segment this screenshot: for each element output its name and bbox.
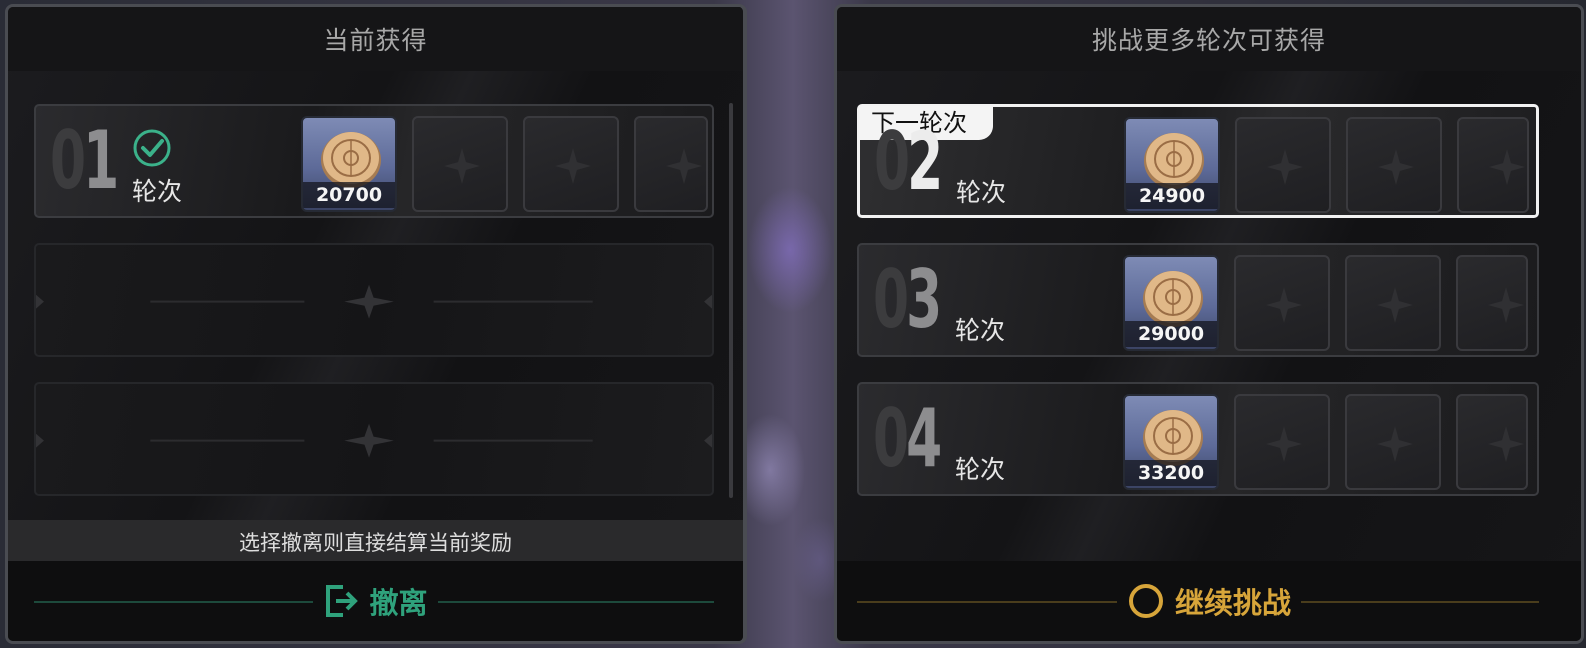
locked-slot	[1346, 117, 1442, 213]
reward-slot[interactable]: 29000	[1123, 255, 1219, 351]
reward-count: 29000	[1125, 321, 1217, 347]
current-rewards-panel: 当前获得 01 轮次 20700 选择撤离则直接结算当前奖励 撤离	[5, 4, 747, 644]
evacuate-bar: 撤离	[8, 561, 743, 641]
locked-slot	[412, 116, 508, 212]
continue-challenge-button[interactable]: 继续挑战	[1116, 580, 1301, 622]
locked-slot	[634, 116, 708, 212]
continue-label: 继续挑战	[1174, 586, 1291, 620]
scrollbar[interactable]	[729, 103, 733, 498]
locked-slot	[523, 116, 619, 212]
check-circle-icon	[133, 129, 171, 167]
reward-count: 20700	[303, 182, 395, 208]
diamond-star-icon	[1488, 426, 1524, 462]
round-row-04[interactable]: 04 轮次 33200	[857, 382, 1539, 496]
round-row-01: 01 轮次 20700	[34, 104, 714, 218]
diamond-star-icon	[1377, 426, 1413, 462]
locked-slot	[1345, 394, 1441, 490]
reward-slot[interactable]: 24900	[1124, 117, 1220, 213]
diamond-star-icon	[1488, 287, 1524, 323]
locked-slot	[1457, 117, 1529, 213]
panel-title: 挑战更多轮次可获得	[837, 7, 1581, 71]
diamond-star-icon	[1266, 287, 1302, 323]
reward-count: 24900	[1126, 183, 1218, 209]
panel-title: 当前获得	[8, 7, 743, 71]
round-number: 01	[50, 114, 119, 207]
diamond-star-icon	[1489, 149, 1525, 185]
divider-ornament	[36, 423, 712, 458]
locked-slot	[1345, 255, 1441, 351]
reward-slot[interactable]: 33200	[1123, 394, 1219, 490]
round-row-03[interactable]: 03 轮次 29000	[857, 243, 1539, 357]
diamond-star-icon	[1378, 149, 1414, 185]
diamond-star-icon	[444, 148, 480, 184]
locked-slot	[1456, 394, 1528, 490]
round-label: 轮次	[955, 455, 1006, 484]
empty-round-row	[34, 243, 714, 357]
exit-icon	[326, 585, 359, 617]
empty-round-row	[34, 382, 714, 496]
locked-slot	[1235, 117, 1331, 213]
round-number: 04	[873, 392, 942, 485]
divider-ornament	[36, 284, 712, 319]
diamond-star-icon	[555, 148, 591, 184]
diamond-star-icon	[1266, 426, 1302, 462]
round-label: 轮次	[956, 178, 1007, 207]
ring-icon	[1128, 584, 1163, 618]
locked-slot	[1234, 255, 1330, 351]
reward-slot[interactable]: 20700	[301, 116, 397, 212]
more-rewards-panel: 挑战更多轮次可获得 下一轮次 02 轮次 24900 03 轮次 29000 0…	[834, 4, 1584, 644]
round-number: 03	[873, 253, 942, 346]
round-label: 轮次	[955, 316, 1006, 345]
diamond-star-icon	[1267, 149, 1303, 185]
diamond-star-icon	[1377, 287, 1413, 323]
continue-bar: 继续挑战	[837, 561, 1581, 641]
round-row-02[interactable]: 下一轮次 02 轮次 24900	[857, 104, 1539, 218]
reward-count: 33200	[1125, 460, 1217, 486]
evacuate-button[interactable]: 撤离	[313, 580, 438, 622]
round-label: 轮次	[132, 177, 183, 206]
locked-slot	[1456, 255, 1528, 351]
evacuate-label: 撤离	[369, 586, 428, 620]
diamond-star-icon	[666, 148, 702, 184]
settlement-hint: 选择撤离则直接结算当前奖励	[8, 520, 743, 564]
locked-slot	[1234, 394, 1330, 490]
round-number: 02	[874, 115, 943, 208]
